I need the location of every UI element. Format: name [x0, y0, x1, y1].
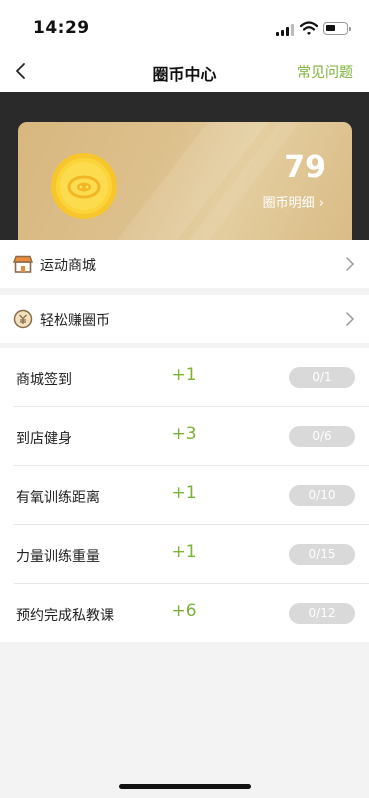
store-icon	[13, 255, 33, 273]
faq-link[interactable]: 常见问题	[297, 62, 353, 82]
task-progress-badge: 0/6	[289, 426, 355, 447]
task-progress-badge: 0/15	[289, 544, 355, 565]
task-row[interactable]: 预约完成私教课 +6 0/12	[0, 584, 369, 643]
menu-item-sports-mall[interactable]: 运动商城	[0, 240, 369, 288]
task-points: +6	[171, 601, 197, 621]
task-name: 商城签到	[16, 372, 72, 388]
task-points: +1	[171, 542, 197, 562]
task-points: +3	[171, 424, 197, 444]
task-points: +1	[171, 483, 197, 503]
pig-coin-icon	[51, 153, 117, 219]
task-row[interactable]: 商城签到 +1 0/1	[0, 348, 369, 407]
battery-icon	[323, 22, 351, 35]
chevron-right-icon	[346, 257, 355, 271]
cellular-signal-icon	[276, 24, 294, 36]
coin-center-screen: 14:29 圈币中心 常见问题 79 圈币明细 › 运动商城 轻松赚圈币 商城签…	[0, 0, 369, 798]
coin-hero: 79 圈币明细 ›	[0, 92, 369, 252]
chevron-right-icon	[346, 312, 355, 326]
menu-item-label: 轻松赚圈币	[40, 313, 110, 329]
task-name: 预约完成私教课	[16, 608, 114, 624]
task-row[interactable]: 有氧训练距离 +1 0/10	[0, 466, 369, 525]
task-name: 力量训练重量	[16, 549, 100, 565]
coin-icon	[13, 309, 33, 329]
task-progress-badge: 0/12	[289, 603, 355, 624]
coin-balance: 79	[284, 150, 326, 185]
task-progress-badge: 0/1	[289, 367, 355, 388]
task-name: 到店健身	[16, 431, 72, 447]
status-bar: 14:29	[0, 0, 369, 50]
status-time: 14:29	[33, 18, 90, 38]
task-row[interactable]: 力量训练重量 +1 0/15	[0, 525, 369, 584]
menu-item-label: 运动商城	[40, 258, 96, 274]
nav-bar: 圈币中心 常见问题	[0, 50, 369, 92]
coin-balance-card: 79 圈币明细 ›	[18, 122, 352, 252]
task-name: 有氧训练距离	[16, 490, 100, 506]
home-indicator[interactable]	[119, 784, 251, 789]
wifi-icon	[300, 21, 318, 35]
task-list: 商城签到 +1 0/1 到店健身 +3 0/6 有氧训练距离 +1 0/10 力…	[0, 348, 369, 642]
task-points: +1	[171, 365, 197, 385]
task-row[interactable]: 到店健身 +3 0/6	[0, 407, 369, 466]
menu-item-earn-coins[interactable]: 轻松赚圈币	[0, 295, 369, 343]
coin-detail-link[interactable]: 圈币明细 ›	[263, 192, 324, 211]
task-progress-badge: 0/10	[289, 485, 355, 506]
